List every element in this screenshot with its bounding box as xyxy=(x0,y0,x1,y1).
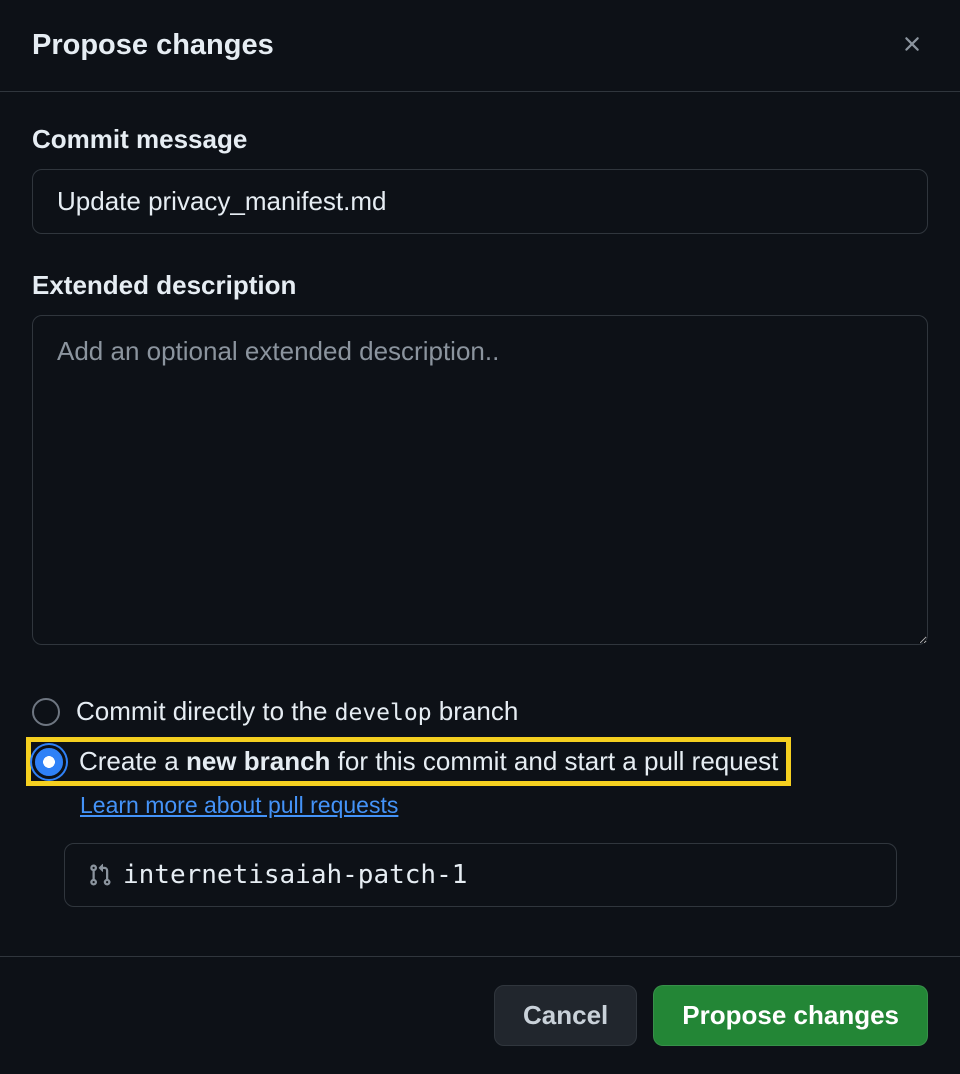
extended-description-label: Extended description xyxy=(32,270,928,301)
learn-more-wrap: Learn more about pull requests xyxy=(80,792,928,819)
branch-name-field xyxy=(64,843,928,907)
close-button[interactable] xyxy=(896,28,928,63)
dialog-header: Propose changes xyxy=(0,0,960,92)
git-pull-request-icon xyxy=(88,863,112,887)
commit-message-section: Commit message xyxy=(32,124,928,234)
radio-new-branch[interactable] xyxy=(35,748,63,776)
propose-changes-dialog: Propose changes Commit message Extended … xyxy=(0,0,960,1074)
commit-message-input[interactable] xyxy=(32,169,928,234)
commit-target-radio-group: Commit directly to the develop branch Cr… xyxy=(32,686,928,907)
cancel-button[interactable]: Cancel xyxy=(494,985,637,1046)
extended-description-textarea[interactable] xyxy=(32,315,928,645)
radio-commit-direct[interactable] xyxy=(32,698,60,726)
branch-name-input[interactable] xyxy=(64,843,897,907)
commit-message-label: Commit message xyxy=(32,124,928,155)
radio-commit-direct-row: Commit directly to the develop branch xyxy=(32,686,928,737)
highlighted-option: Create a new branch for this commit and … xyxy=(26,737,791,786)
dialog-body: Commit message Extended description Comm… xyxy=(0,92,960,956)
radio-commit-direct-label[interactable]: Commit directly to the develop branch xyxy=(76,696,518,727)
dialog-title: Propose changes xyxy=(32,29,274,62)
propose-changes-button[interactable]: Propose changes xyxy=(653,985,928,1046)
learn-more-link[interactable]: Learn more about pull requests xyxy=(80,792,398,818)
branch-code: develop xyxy=(335,700,432,726)
radio-new-branch-label[interactable]: Create a new branch for this commit and … xyxy=(79,746,778,777)
extended-description-section: Extended description xyxy=(32,270,928,650)
close-icon xyxy=(900,32,924,59)
dialog-footer: Cancel Propose changes xyxy=(0,956,960,1074)
